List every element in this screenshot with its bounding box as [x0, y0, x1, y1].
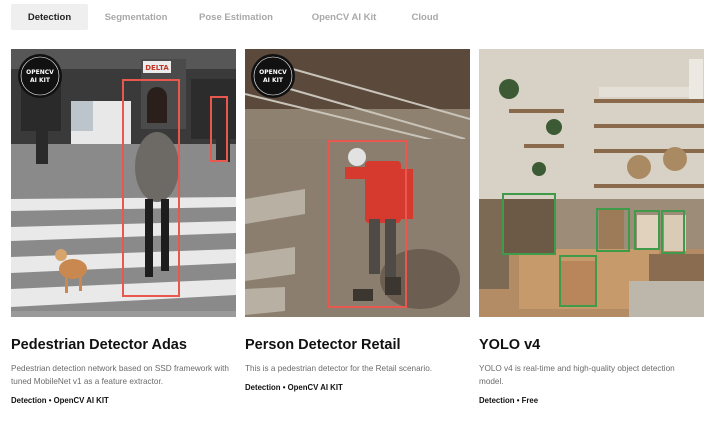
opencv-ai-kit-badge-icon: OPENCV AI KIT	[251, 54, 295, 98]
model-card-person-detector-retail[interactable]: OPENCV AI KIT Person Detector Retail Thi…	[245, 49, 470, 392]
model-description: Pedestrian detection network based on SS…	[11, 364, 229, 386]
model-tags: Detection • OpenCV AI KIT	[11, 396, 109, 405]
model-card-yolo-v4[interactable]: YOLO v4 YOLO v4 is real-time and high-qu…	[479, 49, 704, 405]
model-tags: Detection • OpenCV AI KIT	[245, 383, 343, 392]
tab-pose-estimation[interactable]: Pose Estimation	[184, 4, 288, 30]
model-thumbnail[interactable]	[479, 49, 704, 317]
model-tags: Detection • Free	[479, 396, 539, 405]
model-thumbnail[interactable]: OPENCV AI KIT	[245, 49, 470, 317]
tab-segmentation[interactable]: Segmentation	[88, 4, 184, 30]
svg-text:OPENCV: OPENCV	[26, 69, 54, 76]
svg-text:OPENCV: OPENCV	[259, 69, 287, 76]
model-title[interactable]: YOLO v4	[479, 336, 704, 354]
category-tabs: Detection Segmentation Pose Estimation O…	[11, 4, 450, 30]
living-room-image	[479, 49, 704, 317]
model-title[interactable]: Pedestrian Detector Adas	[11, 336, 236, 354]
svg-text:AI KIT: AI KIT	[30, 77, 51, 84]
svg-text:AI KIT: AI KIT	[263, 77, 284, 84]
opencv-ai-kit-badge-icon: OPENCV AI KIT	[18, 54, 62, 98]
model-thumbnail[interactable]: DELTA OPENCV AI KIT	[11, 49, 236, 317]
model-description: YOLO v4 is real-time and high-quality ob…	[479, 364, 675, 386]
model-title[interactable]: Person Detector Retail	[245, 336, 470, 354]
tab-opencv-ai-kit[interactable]: OpenCV AI Kit	[288, 4, 400, 30]
street-crossing-image: DELTA OPENCV AI KIT	[11, 49, 236, 317]
construction-worker-image: OPENCV AI KIT	[245, 49, 470, 317]
tab-cloud[interactable]: Cloud	[400, 4, 450, 30]
model-card-pedestrian-detector-adas[interactable]: DELTA OPENCV AI KIT Pedestrian Detector …	[11, 49, 236, 405]
tab-detection[interactable]: Detection	[11, 4, 88, 30]
model-description: This is a pedestrian detector for the Re…	[245, 364, 433, 373]
delta-sign: DELTA	[145, 64, 169, 72]
